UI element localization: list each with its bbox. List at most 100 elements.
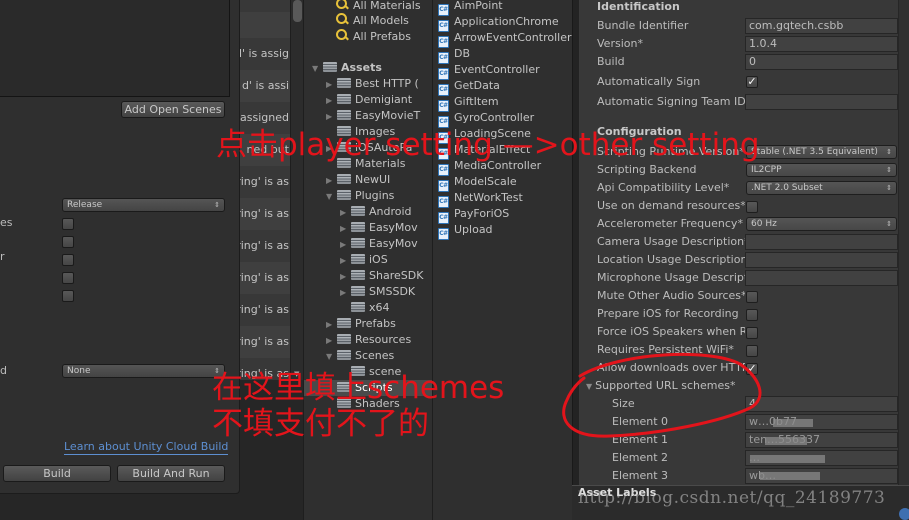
- build-and-run-button[interactable]: Build And Run: [117, 465, 225, 482]
- collapsed-triangle-icon[interactable]: ▶: [326, 93, 337, 109]
- location-usage-field[interactable]: [745, 252, 898, 268]
- url-scheme-element-label: Element 2: [612, 451, 669, 464]
- tree-item[interactable]: ▶ Demigiant: [326, 92, 412, 108]
- add-open-scenes-button[interactable]: Add Open Scenes: [121, 101, 225, 118]
- script-file-item[interactable]: C# ApplicationChrome: [438, 14, 559, 32]
- tree-item[interactable]: ▶ Best HTTP (: [326, 76, 419, 92]
- tree-item[interactable]: ▶ ShareSDK: [340, 268, 423, 284]
- version-field[interactable]: 1.0.4: [745, 36, 898, 52]
- build-number-field[interactable]: 0: [745, 54, 898, 70]
- persistent-wifi-checkbox[interactable]: [746, 345, 758, 357]
- url-schemes-foldout[interactable]: ▼ Supported URL schemes*: [586, 379, 735, 392]
- auto-sign-checkbox[interactable]: ✓: [746, 76, 758, 88]
- tree-item[interactable]: ▶ Prefabs: [326, 316, 396, 332]
- console-row[interactable]: d' is assig: [240, 38, 290, 70]
- build-checkbox-2[interactable]: [62, 236, 74, 248]
- build-number-label: Build: [597, 55, 625, 68]
- tree-item[interactable]: ▶ Android: [340, 204, 412, 220]
- console-scrollbar[interactable]: ▼: [290, 0, 303, 380]
- inspector-scrollbar[interactable]: [898, 0, 909, 485]
- auto-sign-label: Automatically Sign: [597, 75, 701, 88]
- console-row[interactable]: ring' is as: [240, 198, 290, 230]
- favorite-all-prefabs[interactable]: All Prefabs: [336, 29, 411, 45]
- script-file-item[interactable]: C# GiftItem: [438, 94, 499, 112]
- tree-item[interactable]: ▶ EasyMov: [340, 236, 418, 252]
- mute-audio-checkbox[interactable]: [746, 291, 758, 303]
- tree-item[interactable]: ▶ Resources: [326, 332, 411, 348]
- tree-item[interactable]: ▶ EasyMovieT: [326, 108, 420, 124]
- build-checkbox-1[interactable]: [62, 218, 74, 230]
- foldout-triangle-icon[interactable]: ▼: [586, 382, 592, 391]
- build-button[interactable]: Build: [3, 465, 111, 482]
- compression-select[interactable]: None ⇕: [62, 364, 225, 378]
- console-message: ring' is as: [240, 239, 289, 252]
- favorite-all-materials[interactable]: All Materials: [336, 0, 421, 14]
- collapsed-triangle-icon[interactable]: ▶: [326, 173, 337, 189]
- url-schemes-size-field[interactable]: 4: [745, 396, 898, 412]
- tree-item[interactable]: ▶ iOS: [340, 252, 388, 268]
- script-file-item[interactable]: C# DB: [438, 46, 470, 64]
- url-scheme-element-field[interactable]: w…0b77: [745, 414, 898, 430]
- script-file-item[interactable]: C# GetData: [438, 78, 500, 96]
- tree-item[interactable]: ▶ SMSSDK: [340, 284, 415, 300]
- tree-item-assets[interactable]: ▼ Assets: [312, 60, 382, 76]
- collapsed-triangle-icon[interactable]: ▶: [340, 237, 351, 253]
- api-level-value: .NET 2.0 Subset: [751, 183, 823, 193]
- build-config-select[interactable]: Release ⇕: [62, 198, 225, 212]
- collapsed-triangle-icon[interactable]: ▶: [326, 317, 337, 333]
- scenes-in-build-list[interactable]: [0, 0, 230, 97]
- build-checkbox-5[interactable]: [62, 290, 74, 302]
- favorite-all-models[interactable]: All Models: [336, 13, 409, 29]
- api-level-select[interactable]: .NET 2.0 Subset ⇕: [746, 181, 897, 195]
- build-checkbox-4[interactable]: [62, 272, 74, 284]
- console-row[interactable]: ring' is as: [240, 326, 290, 358]
- collapsed-triangle-icon[interactable]: ▶: [326, 109, 337, 125]
- collapsed-triangle-icon[interactable]: ▶: [340, 205, 351, 221]
- force-speakers-checkbox[interactable]: [746, 327, 758, 339]
- runtime-version-select[interactable]: Stable (.NET 3.5 Equivalent) ⇕: [746, 145, 897, 159]
- script-file-item[interactable]: C# GyroController: [438, 110, 534, 128]
- script-file-item[interactable]: C# NetWorkTest: [438, 190, 523, 208]
- tree-item-label: Plugins: [355, 189, 395, 202]
- build-checkbox-3[interactable]: [62, 254, 74, 266]
- microphone-usage-field[interactable]: [745, 270, 898, 286]
- allow-http-checkbox[interactable]: ✓: [746, 363, 758, 375]
- expanded-triangle-icon[interactable]: ▼: [312, 61, 323, 77]
- collapsed-triangle-icon[interactable]: ▶: [340, 253, 351, 269]
- scripting-backend-select[interactable]: IL2CPP ⇕: [746, 163, 897, 177]
- collapsed-triangle-icon[interactable]: ▶: [340, 221, 351, 237]
- console-row[interactable]: ring' is as: [240, 230, 290, 262]
- accelerometer-select[interactable]: 60 Hz ⇕: [746, 217, 897, 231]
- script-file-item[interactable]: C# ArrowEventController: [438, 30, 571, 48]
- console-row[interactable]: ring' is as: [240, 262, 290, 294]
- bundle-identifier-field[interactable]: com.gqtech.csbb: [745, 18, 898, 34]
- collapsed-triangle-icon[interactable]: ▶: [340, 269, 351, 285]
- script-file-item[interactable]: C# PayForiOS: [438, 206, 509, 224]
- tree-item[interactable]: ▼ Plugins: [326, 188, 394, 204]
- collapsed-triangle-icon[interactable]: ▶: [326, 333, 337, 349]
- script-file-item[interactable]: C# Upload: [438, 222, 493, 240]
- tree-item[interactable]: ▼ Scenes: [326, 348, 394, 364]
- console-row[interactable]: d' is assi: [240, 70, 290, 102]
- script-file-item[interactable]: C# ModelScale: [438, 174, 517, 192]
- console-scroll-thumb[interactable]: [293, 0, 302, 22]
- collapsed-triangle-icon[interactable]: ▶: [326, 77, 337, 93]
- on-demand-checkbox[interactable]: [746, 201, 758, 213]
- script-file-item[interactable]: C# EventController: [438, 62, 540, 80]
- cloud-build-link[interactable]: Learn about Unity Cloud Build: [64, 440, 229, 455]
- console-row[interactable]: ring' is as: [240, 166, 290, 198]
- team-id-field[interactable]: [745, 94, 898, 110]
- tree-item[interactable]: x64: [340, 300, 390, 316]
- tree-item[interactable]: ▶ NewUI: [326, 172, 390, 188]
- expanded-triangle-icon[interactable]: ▼: [326, 349, 337, 365]
- camera-usage-field[interactable]: [745, 234, 898, 250]
- folder-icon: [337, 78, 351, 88]
- prepare-recording-checkbox[interactable]: [746, 309, 758, 321]
- console-row[interactable]: [240, 12, 290, 38]
- script-file-item[interactable]: C# AimPoint: [438, 0, 503, 16]
- panel-divider[interactable]: [572, 0, 580, 520]
- expanded-triangle-icon[interactable]: ▼: [326, 189, 337, 205]
- console-row[interactable]: ring' is as: [240, 294, 290, 326]
- tree-item[interactable]: ▶ EasyMov: [340, 220, 418, 236]
- collapsed-triangle-icon[interactable]: ▶: [340, 285, 351, 301]
